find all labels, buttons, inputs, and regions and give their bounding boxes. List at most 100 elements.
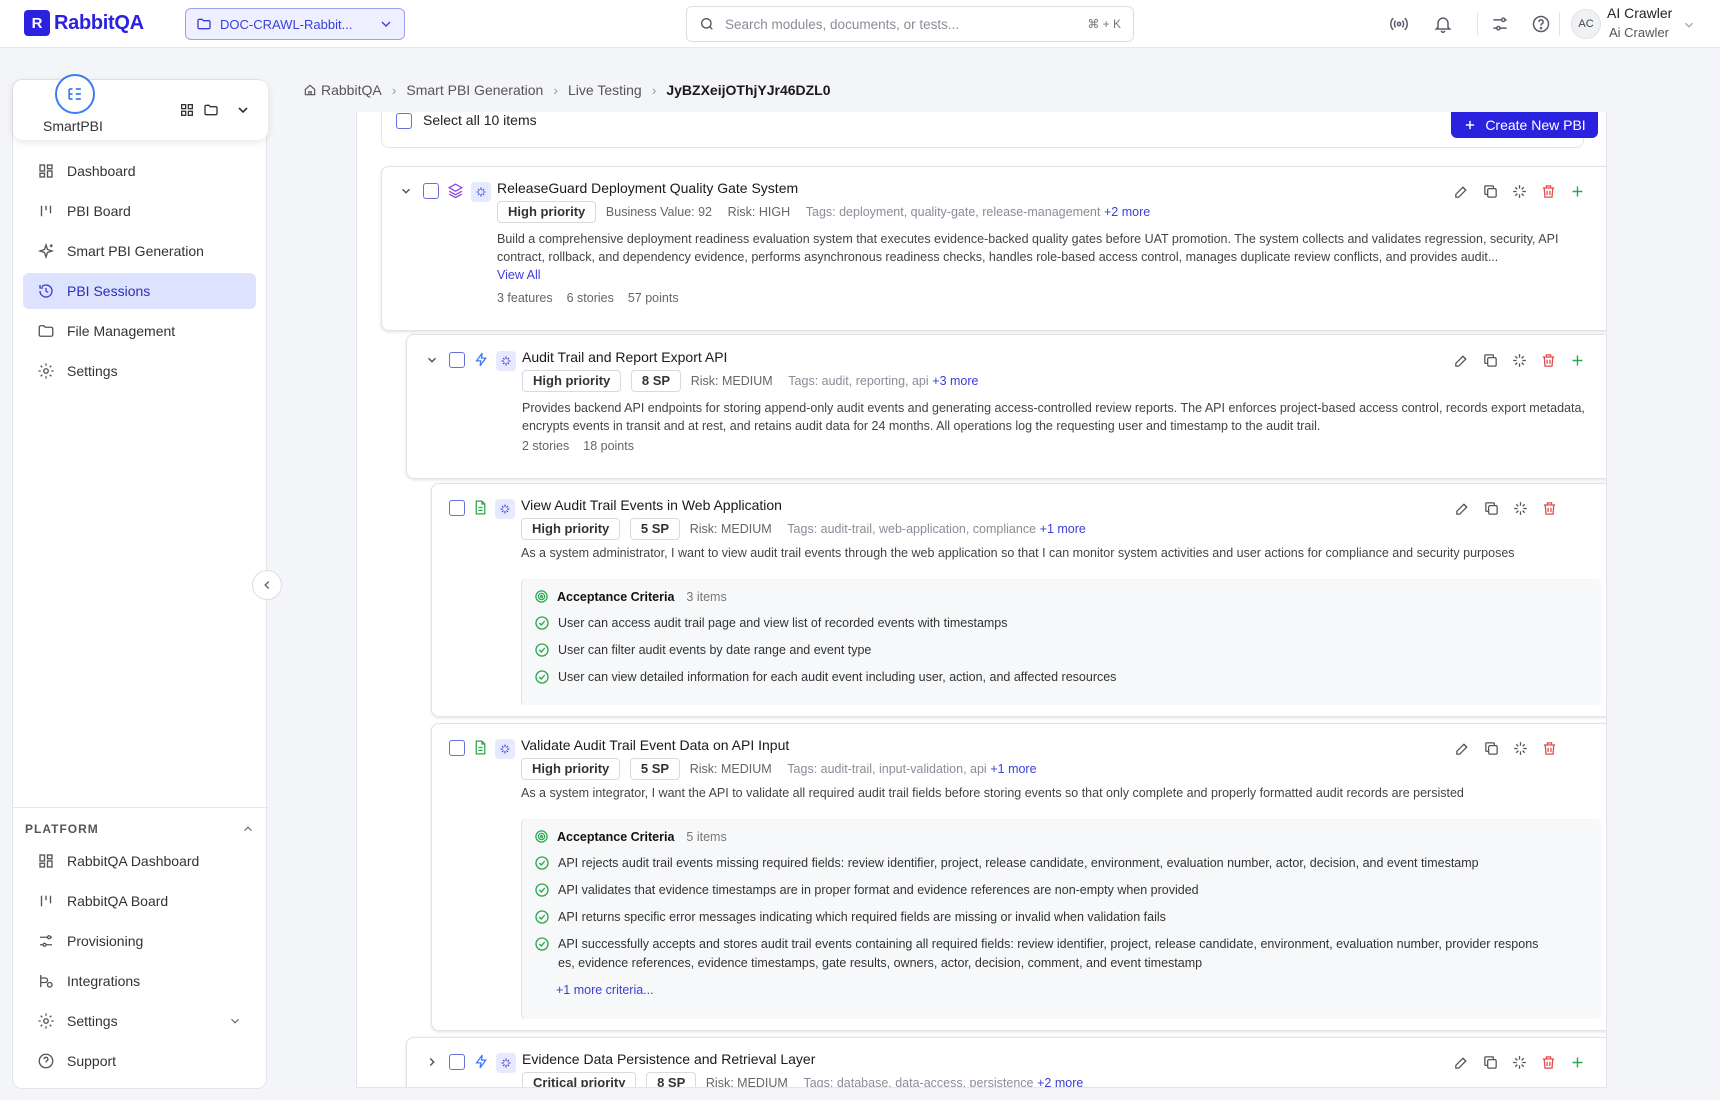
sidebar-item-file-management[interactable]: File Management bbox=[23, 313, 256, 349]
bell-icon[interactable] bbox=[1433, 14, 1453, 34]
magic-wand-icon[interactable] bbox=[1511, 1054, 1528, 1071]
sidebar-item-settings[interactable]: Settings bbox=[23, 353, 256, 389]
create-new-pbi-button[interactable]: Create New PBI bbox=[1451, 112, 1598, 138]
more-tags-link[interactable]: +2 more bbox=[1037, 1076, 1083, 1087]
edit-icon[interactable] bbox=[1454, 740, 1471, 757]
sidebar-item-label: Settings bbox=[67, 1013, 118, 1029]
feature-card[interactable]: Audit Trail and Report Export API High p… bbox=[406, 334, 1606, 479]
broadcast-icon[interactable] bbox=[1389, 14, 1409, 34]
story-card[interactable]: Validate Audit Trail Event Data on API I… bbox=[431, 723, 1606, 1031]
chevron-down-icon[interactable] bbox=[399, 184, 413, 198]
feature-checkbox[interactable] bbox=[449, 1054, 465, 1070]
home-icon[interactable] bbox=[303, 83, 317, 97]
risk-level: Risk: HIGH bbox=[727, 205, 791, 219]
chevron-right-icon[interactable] bbox=[425, 1055, 439, 1069]
lightning-icon bbox=[475, 1054, 488, 1069]
more-criteria-link[interactable]: +1 more criteria... bbox=[556, 983, 654, 997]
chevron-down-icon[interactable] bbox=[425, 353, 439, 367]
module-switcher[interactable]: SmartPBI bbox=[13, 74, 268, 140]
sidebar-item-integrations[interactable]: Integrations bbox=[23, 963, 256, 999]
sidebar-item-rabbitqa-dashboard[interactable]: RabbitQA Dashboard bbox=[23, 843, 256, 879]
breadcrumb-item[interactable]: RabbitQA bbox=[321, 82, 382, 98]
story-card[interactable]: View Audit Trail Events in Web Applicati… bbox=[431, 483, 1606, 717]
copy-icon[interactable] bbox=[1482, 1054, 1499, 1071]
plus-icon[interactable] bbox=[1569, 352, 1586, 369]
sidebar-item-dashboard[interactable]: Dashboard bbox=[23, 153, 256, 189]
copy-icon[interactable] bbox=[1483, 740, 1500, 757]
feature-checkbox[interactable] bbox=[449, 352, 465, 368]
story-title[interactable]: Validate Audit Trail Event Data on API I… bbox=[521, 737, 789, 753]
chevron-down-icon[interactable] bbox=[1682, 18, 1696, 32]
acceptance-criteria-header[interactable]: Acceptance Criteria 3 items bbox=[534, 589, 727, 604]
sidebar-item-support[interactable]: Support bbox=[23, 1043, 256, 1079]
breadcrumb-item[interactable]: Live Testing bbox=[568, 82, 642, 98]
acceptance-criteria-header[interactable]: Acceptance Criteria 5 items bbox=[534, 829, 727, 844]
more-tags-link[interactable]: +1 more bbox=[990, 762, 1036, 776]
epic-checkbox[interactable] bbox=[423, 183, 439, 199]
chevron-up-icon[interactable] bbox=[241, 822, 255, 836]
feature-title[interactable]: Audit Trail and Report Export API bbox=[522, 349, 727, 365]
trash-icon[interactable] bbox=[1540, 352, 1557, 369]
more-tags-link[interactable]: +1 more bbox=[1040, 522, 1086, 536]
sidebar-item-smart-pbi-generation[interactable]: Smart PBI Generation bbox=[23, 233, 256, 269]
criterion-text: User can filter audit events by date ran… bbox=[558, 643, 872, 657]
project-selector[interactable]: DOC-CRAWL-Rabbit... bbox=[185, 8, 405, 40]
epic-title[interactable]: ReleaseGuard Deployment Quality Gate Sys… bbox=[497, 180, 798, 196]
sidebar-item-provisioning[interactable]: Provisioning bbox=[23, 923, 256, 959]
more-tags-link[interactable]: +2 more bbox=[1104, 205, 1150, 219]
story-title[interactable]: View Audit Trail Events in Web Applicati… bbox=[521, 497, 782, 513]
sidebar-item-label: File Management bbox=[67, 323, 176, 339]
feature-card[interactable]: Evidence Data Persistence and Retrieval … bbox=[406, 1037, 1606, 1087]
avatar[interactable]: AC bbox=[1571, 9, 1601, 39]
sidebar-item-pbi-board[interactable]: PBI Board bbox=[23, 193, 256, 229]
preferences-icon[interactable] bbox=[1490, 14, 1510, 34]
help-icon[interactable] bbox=[1531, 14, 1551, 34]
edit-icon[interactable] bbox=[1454, 500, 1471, 517]
sidebar-item-pbi-sessions[interactable]: PBI Sessions bbox=[23, 273, 256, 309]
more-tags-link[interactable]: +3 more bbox=[932, 374, 978, 388]
magic-wand-icon[interactable] bbox=[1511, 183, 1528, 200]
sidebar-item-label: PBI Sessions bbox=[67, 283, 151, 299]
view-all-link[interactable]: View All bbox=[497, 268, 541, 282]
tags-list: Tags: audit, reporting, api bbox=[788, 374, 929, 388]
app-name: RabbitQA bbox=[54, 11, 144, 34]
chevron-down-icon[interactable] bbox=[235, 102, 251, 118]
folder-icon[interactable] bbox=[203, 102, 219, 118]
folder-icon bbox=[197, 18, 211, 30]
epic-card[interactable]: ReleaseGuard Deployment Quality Gate Sys… bbox=[381, 166, 1606, 331]
collapse-sidebar-button[interactable] bbox=[252, 570, 282, 600]
user-name[interactable]: AI Crawler bbox=[1607, 5, 1672, 21]
story-checkbox[interactable] bbox=[449, 500, 465, 516]
document-icon bbox=[475, 500, 486, 515]
trash-icon[interactable] bbox=[1541, 740, 1558, 757]
global-search[interactable]: Search modules, documents, or tests... ⌘… bbox=[686, 6, 1134, 42]
grid-icon[interactable] bbox=[179, 102, 195, 118]
copy-icon[interactable] bbox=[1483, 500, 1500, 517]
story-points-badge: 8 SP bbox=[630, 370, 682, 392]
magic-wand-icon[interactable] bbox=[1512, 500, 1529, 517]
sidebar-item-rabbitqa-board[interactable]: RabbitQA Board bbox=[23, 883, 256, 919]
copy-icon[interactable] bbox=[1482, 183, 1499, 200]
dashboard-icon bbox=[39, 854, 53, 868]
select-all-checkbox[interactable] bbox=[396, 113, 412, 129]
magic-wand-icon[interactable] bbox=[1511, 352, 1528, 369]
chevron-down-icon bbox=[381, 21, 391, 27]
edit-icon[interactable] bbox=[1453, 1054, 1470, 1071]
breadcrumb-item[interactable]: Smart PBI Generation bbox=[406, 82, 543, 98]
trash-icon[interactable] bbox=[1540, 1054, 1557, 1071]
plus-icon[interactable] bbox=[1569, 183, 1586, 200]
target-icon bbox=[535, 830, 548, 843]
trash-icon[interactable] bbox=[1540, 183, 1557, 200]
criterion-text: API successfully accepts and stores audi… bbox=[558, 935, 1538, 973]
story-checkbox[interactable] bbox=[449, 740, 465, 756]
plus-icon[interactable] bbox=[1569, 1054, 1586, 1071]
feature-title[interactable]: Evidence Data Persistence and Retrieval … bbox=[522, 1051, 815, 1067]
trash-icon[interactable] bbox=[1541, 500, 1558, 517]
edit-icon[interactable] bbox=[1453, 352, 1470, 369]
edit-icon[interactable] bbox=[1453, 183, 1470, 200]
sidebar-item-platform-settings[interactable]: Settings bbox=[23, 1003, 256, 1039]
criterion-text: API returns specific error messages indi… bbox=[558, 910, 1166, 924]
magic-wand-icon[interactable] bbox=[1512, 740, 1529, 757]
app-logo[interactable]: R RabbitQA bbox=[24, 10, 144, 36]
copy-icon[interactable] bbox=[1482, 352, 1499, 369]
